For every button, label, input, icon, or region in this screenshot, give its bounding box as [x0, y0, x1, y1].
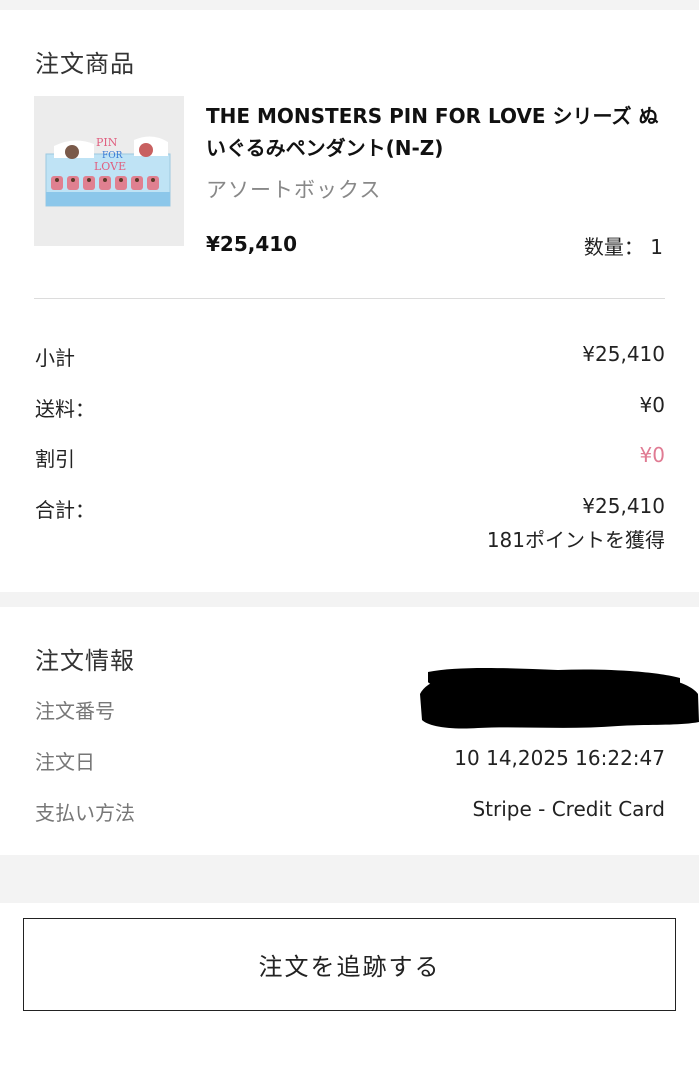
- track-order-button[interactable]: 注文を追跡する: [23, 918, 676, 1011]
- product-variant: アソートボックス: [206, 178, 382, 202]
- product-name[interactable]: THE MONSTERS PIN FOR LOVE シリーズ ぬいぐるみペンダン…: [206, 100, 676, 164]
- redacted-order-number: [420, 668, 699, 729]
- order-date-label: 注文日: [35, 750, 95, 774]
- subtotal-label: 小計: [35, 346, 75, 370]
- discount-row: 割引 ¥0: [35, 443, 665, 473]
- shipping-label: 送料：: [35, 397, 95, 421]
- discount-label: 割引: [35, 447, 75, 471]
- payment-method-row: 支払い方法 Stripe - Credit Card: [35, 797, 665, 827]
- order-date-row: 注文日 10 14,2025 16:22:47: [35, 746, 665, 776]
- total-label: 合計：: [35, 498, 95, 522]
- product-box-image: PIN FOR LOVE: [34, 96, 184, 246]
- order-date-value: 10 14,2025 16:22:47: [454, 746, 665, 770]
- shipping-value: ¥0: [639, 393, 665, 417]
- product-quantity: 数量： 1: [583, 235, 663, 259]
- order-items-title: 注文商品: [35, 50, 135, 78]
- track-order-label: 注文を追跡する: [258, 953, 441, 981]
- divider: [34, 298, 665, 299]
- payment-method-value: Stripe - Credit Card: [472, 797, 665, 821]
- payment-method-label: 支払い方法: [35, 801, 135, 825]
- total-row: 合計： ¥25,410: [35, 494, 665, 524]
- shipping-row: 送料： ¥0: [35, 393, 665, 423]
- subtotal-value: ¥25,410: [582, 342, 665, 366]
- order-detail-page: 注文商品 PIN FOR LOVE THE MONSTERS PIN FOR L…: [0, 0, 699, 1080]
- order-info-title: 注文情報: [35, 647, 135, 675]
- svg-text:LOVE: LOVE: [94, 160, 126, 173]
- subtotal-row: 小計 ¥25,410: [35, 342, 665, 372]
- points-earned: 181ポイントを獲得: [486, 528, 665, 552]
- order-number-label: 注文番号: [35, 699, 115, 723]
- product-price: ¥25,410: [206, 232, 298, 256]
- product-thumbnail[interactable]: PIN FOR LOVE: [34, 96, 184, 246]
- svg-text:PIN: PIN: [96, 136, 118, 149]
- discount-value: ¥0: [639, 443, 665, 467]
- total-value: ¥25,410: [582, 494, 665, 518]
